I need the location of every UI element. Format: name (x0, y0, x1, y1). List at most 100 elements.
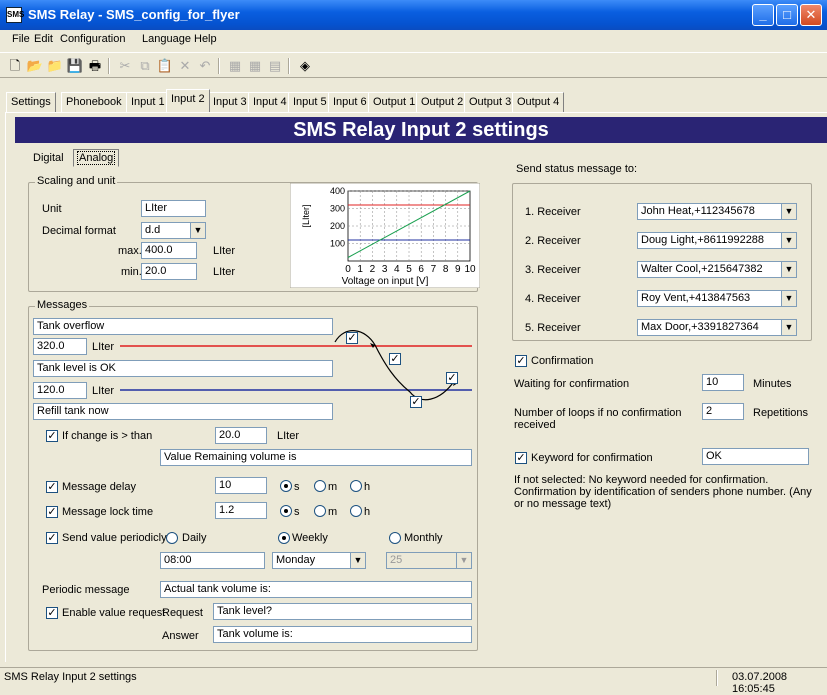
monthday-select[interactable]: 25 (386, 552, 458, 569)
chart-y-axis-label: [LIter] (301, 204, 311, 227)
change-checkbox[interactable]: ✓ (46, 430, 58, 442)
tab-output-3[interactable]: Output 3 (464, 92, 517, 112)
delay-minutes-radio[interactable] (314, 480, 326, 492)
weekly-radio[interactable] (278, 532, 290, 544)
menu-file[interactable]: File (12, 33, 30, 45)
change-message-input[interactable]: Value Remaining volume is (160, 449, 472, 466)
delay-input[interactable]: 10 (215, 477, 267, 494)
delete-icon[interactable]: ✕ (176, 57, 194, 75)
keyword-checkbox[interactable]: ✓ (515, 452, 527, 464)
request-input[interactable]: Tank level? (213, 603, 472, 620)
device-connect-icon[interactable]: ▤ (266, 57, 284, 75)
chevron-down-icon[interactable]: ▼ (781, 290, 797, 307)
receiver-select[interactable]: Max Door,+3391827364 (637, 319, 783, 336)
menu-edit[interactable]: Edit (34, 33, 53, 45)
device-read-icon[interactable]: ▦ (226, 57, 244, 75)
chevron-down-icon[interactable]: ▼ (456, 552, 472, 569)
tab-settings[interactable]: Settings (6, 92, 56, 112)
waiting-input[interactable]: 10 (702, 374, 744, 391)
change-unit-label: LIter (277, 430, 300, 442)
delay-label: Message delay (62, 481, 136, 493)
upper-threshold-unit: LIter (92, 341, 115, 353)
loops-input[interactable]: 2 (702, 403, 744, 420)
device-write-icon[interactable]: ▦ (246, 57, 264, 75)
tab-input-5[interactable]: Input 5 (288, 92, 332, 112)
maximize-button[interactable]: □ (776, 4, 798, 26)
tab-input-4[interactable]: Input 4 (248, 92, 292, 112)
cut-icon[interactable]: ✂ (116, 57, 134, 75)
upper-crossing-checkbox[interactable]: ✓ (346, 332, 358, 344)
locktime-input[interactable]: 1.2 (215, 502, 267, 519)
periodic-message-input[interactable]: Actual tank volume is: (160, 581, 472, 598)
chevron-down-icon[interactable]: ▼ (781, 319, 797, 336)
min-input[interactable]: 20.0 (141, 263, 197, 280)
upper-threshold-input[interactable]: 320.0 (33, 338, 87, 355)
unit-input[interactable]: LIter (141, 200, 206, 217)
tab-output-1[interactable]: Output 1 (368, 92, 421, 112)
close-button[interactable]: ✕ (800, 4, 822, 26)
lower-threshold-input[interactable]: 120.0 (33, 382, 87, 399)
chevron-down-icon[interactable]: ▼ (350, 552, 366, 569)
chart-y-tick-label: 400 (330, 186, 345, 196)
tab-output-4[interactable]: Output 4 (512, 92, 565, 112)
receiver-select[interactable]: Walter Cool,+215647382 (637, 261, 783, 278)
lower-return-checkbox[interactable]: ✓ (410, 396, 422, 408)
answer-input[interactable]: Tank volume is: (213, 626, 472, 643)
keyword-input[interactable]: OK (702, 448, 809, 465)
enable-request-checkbox[interactable]: ✓ (46, 607, 58, 619)
daily-radio[interactable] (166, 532, 178, 544)
delay-hours-radio[interactable] (350, 480, 362, 492)
receiver-select[interactable]: Doug Light,+8611992288 (637, 232, 783, 249)
open-folder-alt-icon[interactable]: 📁 (46, 57, 64, 75)
periodic-time-input[interactable]: 08:00 (160, 552, 265, 569)
locktime-seconds-radio[interactable] (280, 505, 292, 517)
menu-language[interactable]: Language (142, 33, 191, 45)
periodic-label: Send value periodicly (62, 532, 167, 544)
delay-checkbox[interactable]: ✓ (46, 481, 58, 493)
chevron-down-icon[interactable]: ▼ (781, 261, 797, 278)
receiver-label: 2. Receiver (525, 235, 581, 247)
delay-seconds-radio[interactable] (280, 480, 292, 492)
copy-icon[interactable]: ⧉ (136, 57, 154, 75)
minimize-button[interactable]: _ (752, 4, 774, 26)
receiver-select[interactable]: John Heat,+112345678 (637, 203, 783, 220)
receiver-select[interactable]: Roy Vent,+413847563 (637, 290, 783, 307)
change-value-input[interactable]: 20.0 (215, 427, 267, 444)
chevron-down-icon[interactable]: ▼ (781, 203, 797, 220)
min-unit-label: LIter (213, 266, 236, 278)
help-book-icon[interactable]: ◈ (296, 57, 314, 75)
loops-unit-label: Repetitions (753, 407, 809, 419)
decimal-format-select[interactable]: d.d (141, 222, 192, 239)
open-folder-icon[interactable]: 📂 (26, 57, 44, 75)
paste-icon[interactable]: 📋 (156, 57, 174, 75)
menu-configuration[interactable]: Configuration (60, 33, 125, 45)
new-file-icon[interactable]: 🗋 (6, 57, 24, 75)
print-icon[interactable]: 🖶 (86, 57, 104, 75)
tab-input-1[interactable]: Input 1 (126, 92, 170, 112)
chevron-down-icon[interactable]: ▼ (190, 222, 206, 239)
confirmation-checkbox[interactable]: ✓ (515, 355, 527, 367)
chevron-down-icon[interactable]: ▼ (781, 232, 797, 249)
locktime-hours-radio[interactable] (350, 505, 362, 517)
weekday-select[interactable]: Monday (272, 552, 352, 569)
upper-return-checkbox[interactable]: ✓ (389, 353, 401, 365)
lower-crossing-checkbox[interactable]: ✓ (446, 372, 458, 384)
periodic-checkbox[interactable]: ✓ (46, 532, 58, 544)
locktime-minutes-radio[interactable] (314, 505, 326, 517)
tab-input-3[interactable]: Input 3 (208, 92, 252, 112)
tab-input-6[interactable]: Input 6 (328, 92, 372, 112)
tab-input-2[interactable]: Input 2 (166, 89, 210, 112)
undo-icon[interactable]: ↶ (196, 57, 214, 75)
locktime-checkbox[interactable]: ✓ (46, 506, 58, 518)
menu-help[interactable]: Help (194, 33, 217, 45)
window-title: SMS Relay - SMS_config_for_flyer (28, 7, 240, 22)
subtab-digital[interactable]: Digital (33, 152, 64, 164)
subtab-analog[interactable]: Analog (73, 149, 120, 167)
locktime-minutes-label: m (328, 506, 338, 518)
monthly-radio[interactable] (389, 532, 401, 544)
monthly-label: Monthly (404, 532, 443, 544)
tab-phonebook[interactable]: Phonebook (61, 92, 127, 112)
save-icon[interactable]: 💾 (66, 57, 84, 75)
max-input[interactable]: 400.0 (141, 242, 197, 259)
tab-output-2[interactable]: Output 2 (416, 92, 469, 112)
